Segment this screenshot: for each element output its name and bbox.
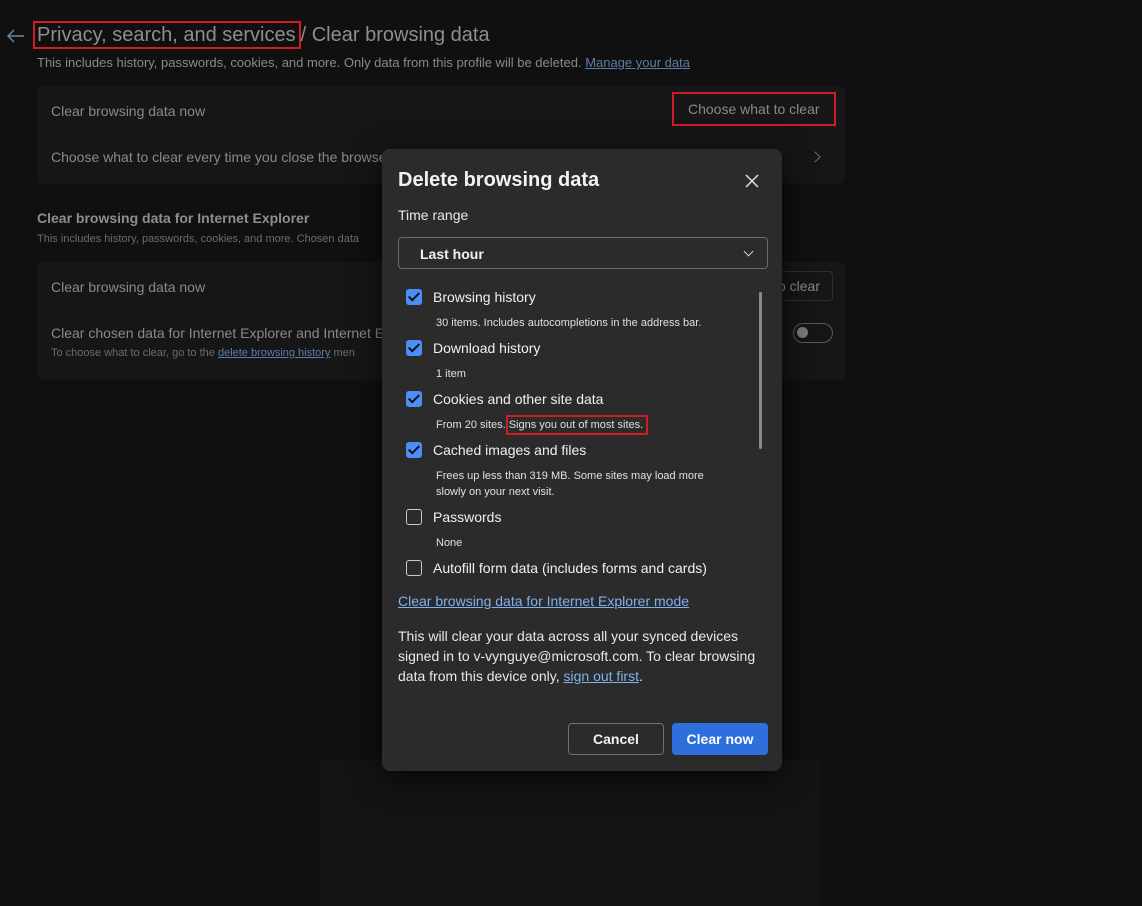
option-desc: From 20 sites. Signs you out of most site… (436, 415, 736, 435)
time-range-value: Last hour (420, 246, 484, 262)
back-arrow-icon[interactable] (4, 24, 28, 48)
passwords-checkbox[interactable] (406, 509, 422, 525)
ie-section-title: Clear browsing data for Internet Explore… (37, 210, 310, 226)
option-desc: 30 items. Includes autocompletions in th… (436, 317, 702, 329)
breadcrumb-current: / Clear browsing data (300, 24, 490, 46)
option-desc: None (436, 537, 463, 549)
cookies-desc-prefix: From 20 sites. (436, 419, 506, 431)
ie-clear-on-exit-label: Clear chosen data for Internet Explorer … (51, 325, 392, 341)
option-autofill[interactable]: Autofill form data (includes forms and c… (406, 560, 746, 582)
autofill-checkbox[interactable] (406, 560, 422, 576)
ie-clear-now-label: Clear browsing data now (51, 279, 206, 295)
option-label: Passwords (433, 509, 502, 525)
manage-data-link[interactable]: Manage your data (585, 55, 690, 70)
delete-browsing-data-dialog: Delete browsing data Time range Last hou… (382, 149, 782, 771)
cached-images-checkbox[interactable] (406, 442, 422, 458)
option-desc: Frees up less than 319 MB. Some sites ma… (436, 470, 704, 498)
option-cookies[interactable]: Cookies and other site data From 20 site… (406, 391, 746, 435)
option-label: Autofill form data (includes forms and c… (433, 560, 707, 576)
ie-section-subtitle: This includes history, passwords, cookie… (37, 233, 360, 245)
time-range-select[interactable]: Last hour (398, 237, 768, 269)
option-passwords[interactable]: Passwords None (406, 509, 746, 553)
ie-desc-prefix: To choose what to clear, go to the (51, 347, 215, 359)
option-label: Download history (433, 340, 541, 356)
cancel-button[interactable]: Cancel (568, 723, 664, 755)
dialog-title: Delete browsing data (398, 169, 600, 191)
delete-browsing-history-link[interactable]: delete browsing history (218, 347, 331, 359)
background-shade (320, 760, 820, 906)
sync-note-suffix: . (638, 668, 643, 684)
download-history-checkbox[interactable] (406, 340, 422, 356)
settings-page: Privacy, search, and services / Clear bro… (0, 0, 1142, 906)
ie-desc-suffix: men (333, 347, 355, 359)
option-cached-images[interactable]: Cached images and files Frees up less th… (406, 442, 746, 502)
choose-what-to-clear-button[interactable]: Choose what to clear (672, 92, 836, 126)
signout-warning: Signs you out of most sites. (505, 415, 649, 435)
chevron-right-icon[interactable] (809, 151, 821, 163)
browsing-history-checkbox[interactable] (406, 289, 422, 305)
cookies-checkbox[interactable] (406, 391, 422, 407)
option-desc: 1 item (436, 368, 466, 380)
clear-now-label: Clear browsing data now (51, 103, 206, 119)
chevron-down-icon (743, 246, 754, 257)
page-title: Privacy, search, and services / Clear bro… (33, 21, 490, 49)
sync-note: This will clear your data across all you… (398, 626, 768, 686)
ie-clear-on-exit-toggle[interactable] (793, 323, 833, 343)
options-scrollbar[interactable] (759, 292, 762, 449)
close-icon[interactable] (740, 170, 764, 192)
option-download-history[interactable]: Download history 1 item (406, 340, 746, 384)
ie-clear-on-exit-desc: To choose what to clear, go to the delet… (51, 347, 355, 359)
breadcrumb-parent[interactable]: Privacy, search, and services (33, 21, 301, 49)
clear-on-close-label[interactable]: Choose what to clear every time you clos… (51, 149, 391, 165)
time-range-label: Time range (398, 207, 469, 223)
ie-mode-link[interactable]: Clear browsing data for Internet Explore… (398, 593, 689, 609)
sign-out-first-link[interactable]: sign out first (564, 668, 639, 684)
page-subtitle: This includes history, passwords, cookie… (37, 55, 690, 70)
option-label: Cookies and other site data (433, 391, 604, 407)
option-label: Cached images and files (433, 442, 587, 458)
page-subtitle-text: This includes history, passwords, cookie… (37, 55, 582, 70)
option-label: Browsing history (433, 289, 536, 305)
option-browsing-history[interactable]: Browsing history 30 items. Includes auto… (406, 289, 746, 333)
clear-now-button[interactable]: Clear now (672, 723, 768, 755)
